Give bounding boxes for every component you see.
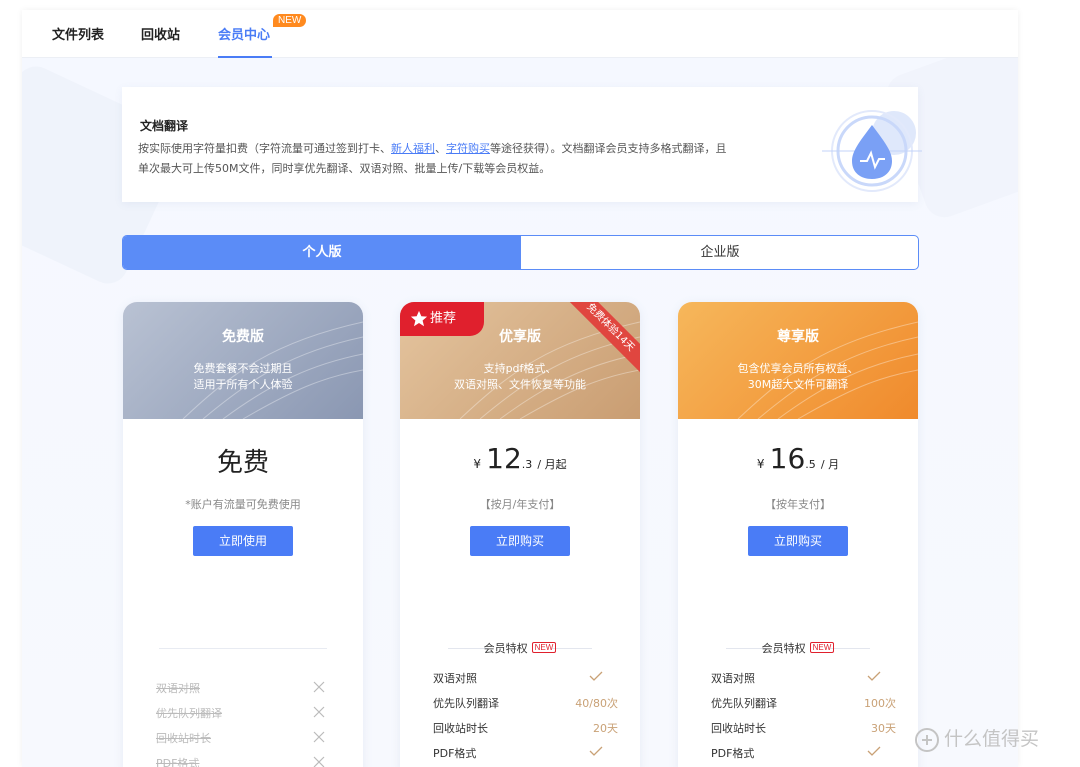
perk-label: 回收站时长 [156, 732, 211, 745]
check-icon [867, 671, 881, 681]
perk-row: 优先队列翻译 [123, 705, 363, 725]
perk-row: 回收站时长 30天 [678, 720, 918, 740]
billing-note: 【按年支付】 [765, 498, 831, 511]
perk-label: PDF格式 [711, 747, 755, 760]
perk-row: 回收站时长 20天 [400, 720, 640, 740]
plan-card-premium: 尊享版 包含优享会员所有权益、 30M超大文件可翻译 ¥ 16.5 / 月 【按年… [678, 302, 918, 767]
perk-row: 回收站时长 [123, 730, 363, 750]
perk-row: 双语对照 [400, 670, 640, 690]
subtitle-line: 免费套餐不会过期且 [193, 362, 293, 375]
perks-title: 会员特权 NEW [400, 640, 640, 656]
price: ¥ 16.5 / 月 [678, 442, 918, 475]
tab-recycle-bin[interactable]: 回收站 [141, 24, 180, 43]
edition-switch: 个人版 企业版 [122, 235, 919, 270]
tab-file-list[interactable]: 文件列表 [52, 24, 104, 43]
plan-name: 优享版 [499, 329, 541, 345]
plan-subtitle: 免费套餐不会过期且 适用于所有个人体验 [123, 361, 363, 393]
plan-header: 免费版 免费套餐不会过期且 适用于所有个人体验 [123, 302, 363, 419]
perk-label: 双语对照 [433, 672, 477, 685]
new-tag: NEW [809, 642, 835, 653]
watermark-logo-icon [915, 728, 939, 752]
top-tab-bar: 文件列表 回收站 会员中心 NEW [22, 10, 1018, 58]
plan-header: 推荐 免费体验14天 优享版 支持pdf格式、 双语对照、文件恢复等功能 [400, 302, 640, 419]
billing-note: 【按月/年支付】 [479, 498, 561, 511]
intro-text: 、 [435, 142, 446, 155]
subtitle-line: 支持pdf格式、 [483, 362, 557, 375]
plan-subtitle: 支持pdf格式、双语对照、文件恢复等功能 [400, 361, 640, 393]
perk-row: 优先队列翻译 100次 [678, 695, 918, 715]
watermark: 什么值得买 [944, 728, 1040, 750]
check-icon [867, 746, 881, 756]
price-note: *账户有流量可免费使用 [185, 498, 301, 511]
intro-text: 按实际使用字符量扣费（字符流量可通过签到打卡、 [138, 142, 391, 155]
perk-label: PDF格式 [433, 747, 477, 760]
perk-value: 40/80次 [575, 697, 618, 710]
price-decimal: .3 [521, 458, 533, 471]
intro-description: 按实际使用字符量扣费（字符流量可通过签到打卡、新人福利、字符购买等途径获得）。文… [138, 139, 734, 179]
buy-now-button[interactable]: 立即购买 [748, 526, 848, 556]
perk-label: 优先队列翻译 [156, 707, 222, 720]
plan-name: 免费版 [222, 329, 264, 345]
perk-row: 优先队列翻译 40/80次 [400, 695, 640, 715]
price-unit: / 月 [820, 458, 840, 471]
price-integer: 12 [486, 442, 522, 475]
check-icon [589, 746, 603, 756]
cross-icon [313, 731, 325, 743]
cross-icon [313, 706, 325, 718]
perk-label: 双语对照 [711, 672, 755, 685]
price-unit: / 月起 [537, 458, 567, 471]
tab-enterprise-edition[interactable]: 企业版 [521, 236, 918, 269]
plan-name: 尊享版 [777, 329, 819, 345]
perk-row: 双语对照 [678, 670, 918, 690]
plan-subtitle: 包含优享会员所有权益、 30M超大文件可翻译 [678, 361, 918, 393]
buy-characters-link[interactable]: 字符购买 [446, 142, 490, 155]
perk-row: PDF格式 [123, 755, 363, 767]
cross-icon [313, 681, 325, 693]
perk-value: 30天 [871, 722, 896, 735]
plan-header: 尊享版 包含优享会员所有权益、 30M超大文件可翻译 [678, 302, 918, 419]
subtitle-line: 包含优享会员所有权益、 [737, 362, 859, 375]
subtitle-line: 30M超大文件可翻译 [747, 378, 849, 391]
newcomer-bonus-link[interactable]: 新人福利 [391, 142, 435, 155]
perk-label: 回收站时长 [711, 722, 766, 735]
subtitle-line: 双语对照、文件恢复等功能 [454, 378, 586, 391]
new-tag: NEW [531, 642, 557, 653]
recommended-label: 推荐 [430, 311, 457, 326]
check-icon [589, 671, 603, 681]
buy-now-button[interactable]: 立即购买 [470, 526, 570, 556]
perk-value: 100次 [864, 697, 896, 710]
new-badge: NEW [273, 14, 307, 27]
perks-title: 会员特权 NEW [678, 640, 918, 656]
perk-label: PDF格式 [156, 757, 200, 767]
perk-label: 优先队列翻译 [433, 697, 499, 710]
intro-card: 文档翻译 按实际使用字符量扣费（字符流量可通过签到打卡、新人福利、字符购买等途径… [122, 87, 922, 202]
currency-symbol: ¥ [756, 457, 765, 471]
perk-label: 双语对照 [156, 682, 200, 695]
perk-label: 回收站时长 [433, 722, 488, 735]
active-tab-indicator [218, 56, 272, 58]
price-integer: 16 [769, 442, 806, 475]
perk-row: PDF格式 [678, 745, 918, 765]
perk-value: 20天 [593, 722, 618, 735]
perks-title-text: 会员特权 [483, 642, 528, 655]
tab-personal-edition[interactable]: 个人版 [123, 236, 521, 269]
divider [159, 648, 327, 649]
subtitle-line: 适用于所有个人体验 [193, 378, 293, 391]
price-label: 免费 [216, 448, 269, 478]
perk-row: PDF格式 [400, 745, 640, 765]
tab-member-center[interactable]: 会员中心 [218, 24, 270, 43]
currency-symbol: ¥ [473, 457, 482, 471]
cross-icon [313, 756, 325, 767]
app-window: 文件列表 回收站 会员中心 NEW 文档翻译 按实际使用字符量扣费（字符流量可通… [22, 10, 1018, 767]
plan-card-free: 免费版 免费套餐不会过期且 适用于所有个人体验 免费 *账户有流量可免费使用 立即… [123, 302, 363, 767]
perks-title-text: 会员特权 [761, 642, 806, 655]
price: ¥ 12.3 / 月起 [400, 442, 640, 475]
perk-row: 双语对照 [123, 680, 363, 700]
perk-label: 优先队列翻译 [711, 697, 777, 710]
translate-drop-icon [822, 110, 922, 192]
plan-card-plus: 推荐 免费体验14天 优享版 支持pdf格式、 双语对照、文件恢复等功能 ¥ 12… [400, 302, 640, 767]
use-now-button[interactable]: 立即使用 [193, 526, 293, 556]
intro-title: 文档翻译 [140, 119, 189, 133]
price-decimal: .5 [805, 458, 816, 471]
